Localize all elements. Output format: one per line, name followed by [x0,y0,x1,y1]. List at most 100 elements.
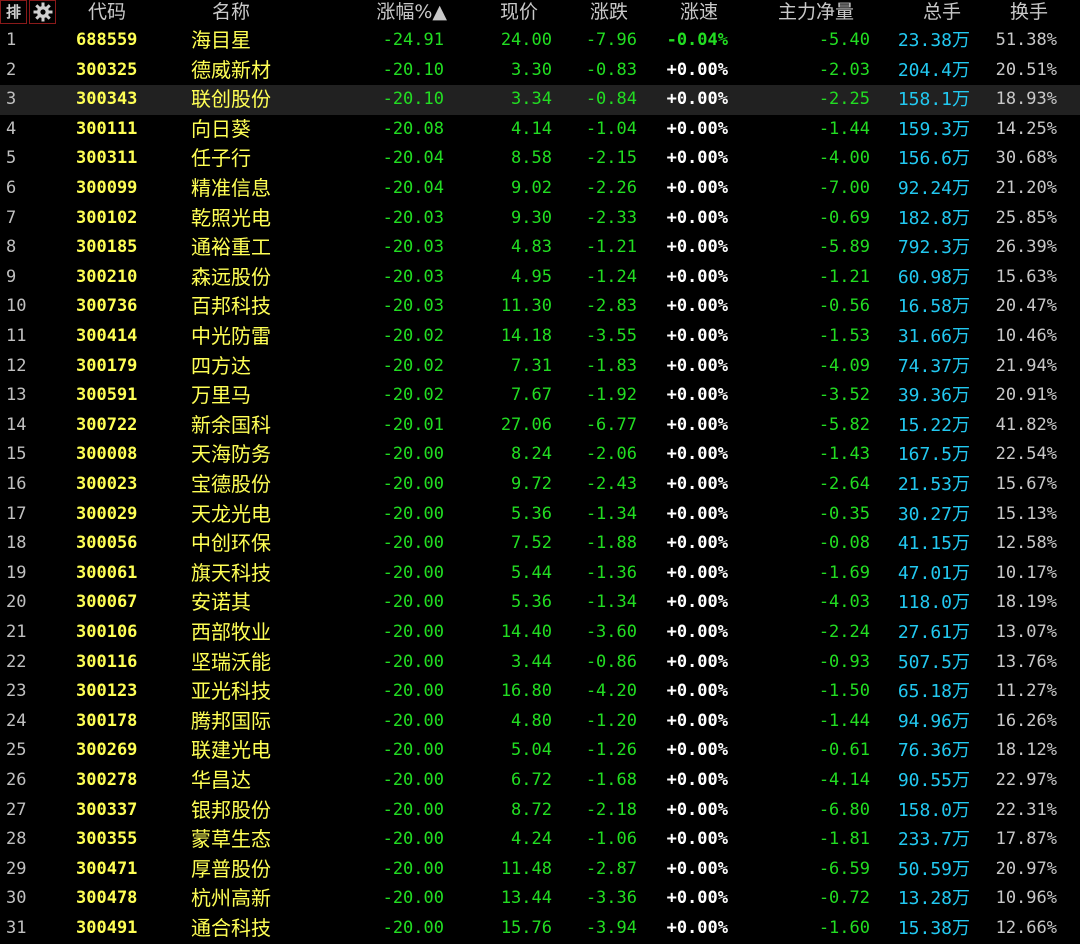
column-header-speed[interactable]: 涨速 [680,0,740,26]
table-row[interactable]: 26 300278 华昌达 -20.00 6.72 -1.68 +0.00% -4.14 90.… [0,766,1080,796]
turnover-rate: 18.12% [995,740,1057,761]
price-change: -1.88 [585,533,637,554]
current-price: 8.58 [511,148,552,169]
total-volume-unit: 万 [952,562,970,584]
change-pct: -20.02 [382,326,444,346]
stock-code: 300210 [76,266,138,287]
column-header-price[interactable]: 现价 [500,0,560,26]
table-row[interactable]: 16 300023 宝德股份 -20.00 9.72 -2.43 +0.00% -2.64 21… [0,470,1080,500]
table-row[interactable]: 5 300311 任子行 -20.04 8.58 -2.15 +0.00% -4.00 156.… [0,144,1080,174]
table-row[interactable]: 18 300056 中创环保 -20.00 7.52 -1.88 +0.00% -0.08 41… [0,529,1080,559]
gear-icon[interactable] [29,0,56,24]
main-net-volume: -1.69 [818,562,870,583]
column-header-change-pct[interactable]: 涨幅%▲ [323,0,447,26]
stock-code: 300471 [76,858,138,879]
table-row[interactable]: 21 300106 西部牧业 -20.00 14.40 -3.60 +0.00% -2.24 2… [0,618,1080,648]
turnover-rate: 20.51% [995,59,1057,80]
stock-code: 300023 [76,474,138,494]
table-row[interactable]: 3 300343 联创股份 -20.10 3.34 -0.84 +0.00% -2.25 158… [0,85,1080,115]
table-row[interactable]: 9 300210 森远股份 -20.03 4.95 -1.24 +0.00% -1.21 60.… [0,263,1080,293]
table-row[interactable]: 23 300123 亚光科技 -20.00 16.80 -4.20 +0.00% -1.50 6… [0,677,1080,707]
column-header-volume[interactable]: 总手 [923,0,983,26]
total-volume: 39.36万 [870,381,970,411]
table-row[interactable]: 10 300736 百邦科技 -20.03 11.30 -2.83 +0.00% -0.56 1… [0,292,1080,322]
turnover-rate: 20.97% [995,858,1057,879]
current-price: 5.36 [511,503,552,524]
price-change: -2.43 [585,474,637,494]
total-volume-unit: 万 [952,799,970,821]
column-header-name[interactable]: 名称 [212,0,272,26]
main-net-volume: -4.14 [818,770,870,790]
price-change: -0.84 [585,89,637,110]
total-volume-value: 31.66 [897,326,952,347]
stock-name: 宝德股份 [191,472,271,496]
row-index: 8 [6,237,17,258]
change-pct: -20.00 [382,799,444,820]
table-row[interactable]: 28 300355 蒙草生态 -20.00 4.24 -1.06 +0.00% -1.81 23… [0,825,1080,855]
table-row[interactable]: 15 300008 天海防务 -20.00 8.24 -2.06 +0.00% -1.43 16… [0,440,1080,470]
current-price: 13.44 [500,888,552,909]
main-net-volume: -5.89 [818,237,870,258]
row-index: 14 [6,414,27,435]
stock-code: 300111 [76,118,138,139]
change-speed: +0.00% [666,888,728,909]
main-net-volume: -1.43 [818,444,870,465]
total-volume-value: 50.59 [897,858,952,880]
total-volume-value: 16.58 [897,296,952,318]
current-price: 3.44 [511,651,552,672]
price-change: -2.26 [585,178,637,198]
stock-code: 300343 [76,89,138,110]
table-row[interactable]: 14 300722 新余国科 -20.01 27.06 -6.77 +0.00% -5.82 1… [0,411,1080,441]
stock-name: 联建光电 [191,738,271,763]
turnover-rate: 12.66% [995,918,1057,938]
rank-sort-icon[interactable]: 排 [0,0,27,24]
total-volume-value: 13.28 [897,888,952,910]
column-header-code[interactable]: 代码 [88,0,148,26]
column-header-change[interactable]: 涨跌 [590,0,650,26]
price-change: -1.04 [585,118,637,139]
table-row[interactable]: 11 300414 中光防雷 -20.02 14.18 -3.55 +0.00% -1.53 3… [0,322,1080,352]
change-pct: -20.04 [382,148,444,169]
table-row[interactable]: 27 300337 银邦股份 -20.00 8.72 -2.18 +0.00% -6.80 15… [0,796,1080,826]
main-net-volume: -5.40 [818,30,870,50]
row-index: 5 [6,148,17,169]
row-index: 11 [6,326,27,346]
column-header-turnover[interactable]: 换手 [1010,0,1070,26]
table-row[interactable]: 6 300099 精准信息 -20.04 9.02 -2.26 +0.00% -7.00 92.… [0,174,1080,204]
table-row[interactable]: 4 300111 向日葵 -20.08 4.14 -1.04 +0.00% -1.44 159.… [0,115,1080,145]
stock-code: 300056 [76,533,138,554]
table-row[interactable]: 2 300325 德威新材 -20.10 3.30 -0.83 +0.00% -2.03 204… [0,56,1080,86]
table-row[interactable]: 8 300185 通裕重工 -20.03 4.83 -1.21 +0.00% -5.89 792… [0,233,1080,263]
total-volume-value: 60.98 [897,266,952,288]
table-row[interactable]: 24 300178 腾邦国际 -20.00 4.80 -1.20 +0.00% -1.44 94… [0,707,1080,737]
change-speed: +0.00% [666,89,728,110]
current-price: 14.18 [500,326,552,346]
column-header-main-net[interactable]: 主力净量 [778,0,878,26]
change-pct: -20.03 [382,207,444,228]
change-speed: +0.00% [666,740,728,761]
total-volume: 47.01万 [870,559,970,589]
table-row[interactable]: 25 300269 联建光电 -20.00 5.04 -1.26 +0.00% -0.61 76… [0,736,1080,766]
table-row[interactable]: 20 300067 安诺其 -20.00 5.36 -1.34 +0.00% -4.03 118… [0,588,1080,618]
change-pct: -20.00 [382,829,444,850]
table-row[interactable]: 29 300471 厚普股份 -20.00 11.48 -2.87 +0.00% -6.59 5… [0,855,1080,885]
table-row[interactable]: 7 300102 乾照光电 -20.03 9.30 -2.33 +0.00% -0.69 182… [0,204,1080,234]
stock-name: 安诺其 [191,590,251,615]
price-change: -3.94 [585,918,637,938]
change-speed: +0.00% [666,296,728,317]
change-speed: +0.00% [666,444,728,465]
table-row[interactable]: 19 300061 旗天科技 -20.00 5.44 -1.36 +0.00% -1.69 47… [0,559,1080,589]
total-volume-value: 41.15 [897,533,952,555]
stock-code: 300099 [76,178,138,198]
price-change: -2.83 [585,296,637,317]
table-row[interactable]: 1 688559 海目星 -24.91 24.00 -7.96 -0.04% -5.40 23.… [0,26,1080,56]
table-row[interactable]: 31 300491 通合科技 -20.00 15.76 -3.94 +0.00% -1.60 1… [0,914,1080,944]
table-row[interactable]: 17 300029 天龙光电 -20.00 5.36 -1.34 +0.00% -0.35 30… [0,500,1080,530]
change-speed: +0.00% [666,651,728,672]
table-row[interactable]: 30 300478 杭州高新 -20.00 13.44 -3.36 +0.00% -0.72 1… [0,884,1080,914]
table-row[interactable]: 22 300116 坚瑞沃能 -20.00 3.44 -0.86 +0.00% -0.93 50… [0,648,1080,678]
current-price: 4.24 [511,829,552,850]
total-volume: 31.66万 [870,322,970,352]
table-row[interactable]: 13 300591 万里马 -20.02 7.67 -1.92 +0.00% -3.52 39.… [0,381,1080,411]
table-row[interactable]: 12 300179 四方达 -20.02 7.31 -1.83 +0.00% -4.09 74.… [0,352,1080,382]
